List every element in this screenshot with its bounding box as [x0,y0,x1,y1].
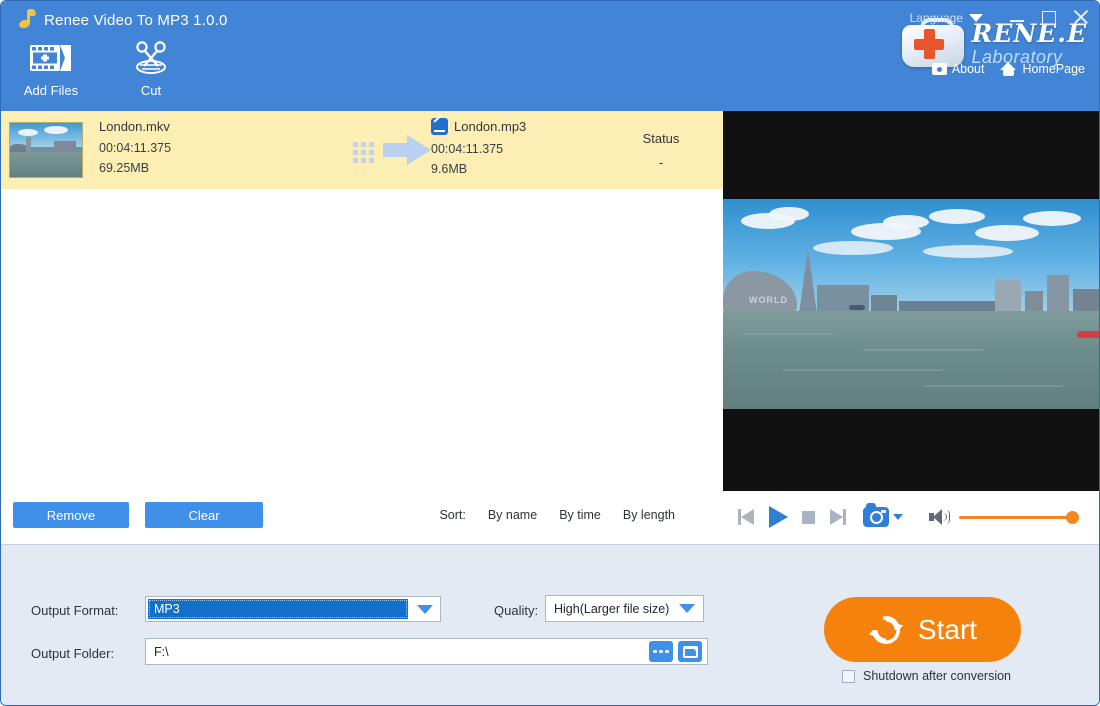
source-size: 69.25MB [99,161,339,175]
add-files-button[interactable]: Add Files [1,41,101,98]
previous-icon[interactable] [737,508,755,526]
file-list-panel: London.mkv 00:04:11.375 69.25MB London.m… [1,111,724,543]
chevron-down-icon [417,605,433,614]
play-icon[interactable] [769,506,788,528]
quality-select[interactable]: High(Larger file size) [545,595,704,622]
shutdown-label: Shutdown after conversion [863,669,1011,683]
target-file-info: London.mp3 00:04:11.375 9.6MB [431,118,601,182]
remove-button[interactable]: Remove [13,502,129,528]
sort-by-name[interactable]: By name [488,508,537,522]
output-folder-value: F:\ [146,645,649,659]
about-link[interactable]: About [932,62,985,76]
source-file-info: London.mkv 00:04:11.375 69.25MB [99,119,339,181]
source-file-name: London.mkv [99,119,339,134]
header-links: About HomePage [932,62,1085,76]
sort-label: Sort: [439,508,465,522]
quality-label: Quality: [494,603,538,618]
stop-icon[interactable] [802,511,815,524]
scissors-cut-icon [131,41,171,75]
player-controls [723,491,1100,543]
video-display[interactable]: WORLD [723,111,1100,491]
start-label: Start [918,614,977,646]
pencil-edit-icon[interactable] [431,118,448,135]
video-preview-panel: WORLD [723,111,1100,543]
chevron-down-icon [969,14,983,22]
source-duration: 00:04:11.375 [99,141,339,155]
shutdown-after-conversion-checkbox[interactable]: Shutdown after conversion [842,669,1011,683]
sort-by-time[interactable]: By time [559,508,601,522]
checkbox-box[interactable] [842,670,855,683]
cut-button[interactable]: Cut [101,41,201,98]
video-watermark: WORLD [749,295,788,305]
title-bar: Renee Video To MP3 1.0.0 [1,1,1100,111]
output-format-value: MP3 [148,599,408,619]
output-format-label: Output Format: [31,603,118,618]
convert-arrow-icon [353,133,431,167]
app-window: Renee Video To MP3 1.0.0 [0,0,1100,706]
output-format-select[interactable]: MP3 [145,596,441,622]
list-footer: Remove Clear Sort: By name By time By le… [1,487,723,543]
next-icon[interactable] [829,508,847,526]
app-title: Renee Video To MP3 1.0.0 [44,12,228,29]
start-button[interactable]: Start [824,597,1021,662]
video-frame: WORLD [723,199,1100,409]
table-row[interactable]: London.mkv 00:04:11.375 69.25MB London.m… [1,111,723,189]
home-icon [1000,62,1017,76]
homepage-link[interactable]: HomePage [1000,62,1085,76]
output-folder-label: Output Folder: [31,646,114,661]
close-icon[interactable] [1073,9,1089,25]
status-column: Status - [601,131,721,170]
language-label: Language [910,11,963,25]
folder-open-icon[interactable] [678,641,702,662]
output-folder-input[interactable]: F:\ [145,638,708,665]
video-thumbnail [9,122,83,178]
target-file-name: London.mp3 [454,119,526,134]
refresh-convert-icon [868,612,904,648]
camera-snapshot-icon[interactable] [863,507,903,527]
clear-button[interactable]: Clear [145,502,263,528]
homepage-label: HomePage [1022,62,1085,76]
volume-icon[interactable] [929,509,949,525]
target-duration: 00:04:11.375 [431,142,601,156]
chevron-down-icon [679,604,695,613]
volume-slider[interactable] [959,510,1079,524]
status-badge: - [601,155,721,170]
quality-value: High(Larger file size) [554,602,673,616]
window-controls [1009,9,1089,25]
add-files-label: Add Files [24,83,78,98]
target-size: 9.6MB [431,162,601,176]
status-header: Status [601,131,721,146]
music-note-icon [15,9,35,31]
about-icon [932,63,947,75]
about-label: About [952,62,985,76]
maximize-icon[interactable] [1041,9,1057,25]
minimize-icon[interactable] [1009,9,1025,25]
volume-control[interactable] [929,509,1079,525]
sort-by-length[interactable]: By length [623,508,675,522]
language-selector[interactable]: Language [910,11,983,25]
chevron-down-icon[interactable] [893,514,903,520]
sort-controls: Sort: By name By time By length [439,508,675,522]
add-files-icon [29,41,73,75]
app-title-row: Renee Video To MP3 1.0.0 [15,9,228,31]
main-toolbar: Add Files Cut [1,41,201,98]
ellipsis-browse-icon[interactable] [649,641,673,662]
cut-label: Cut [141,83,161,98]
